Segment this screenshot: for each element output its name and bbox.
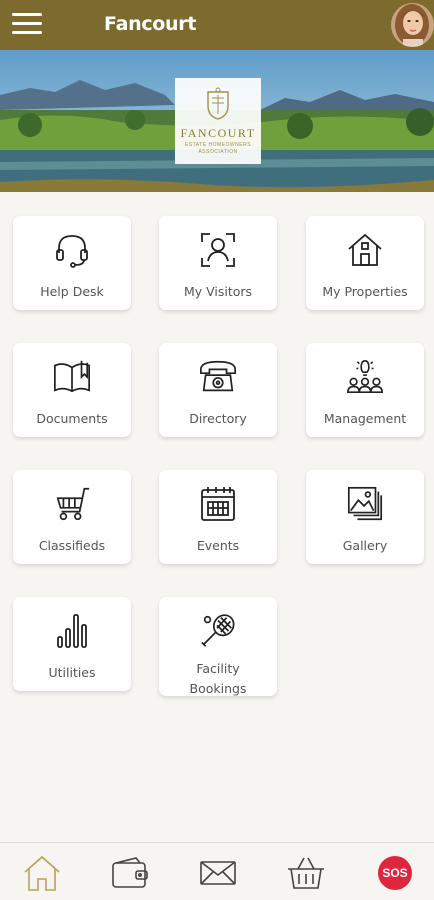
tile-label: Events — [196, 538, 240, 553]
tile-documents[interactable]: Documents — [13, 343, 131, 437]
wallet-icon[interactable] — [110, 855, 150, 891]
tile-label: Management — [323, 411, 407, 426]
tile-help-desk[interactable]: Help Desk — [13, 216, 131, 310]
tile-gallery[interactable]: Gallery — [306, 470, 424, 564]
bar-chart-icon — [52, 611, 92, 651]
user-avatar[interactable] — [391, 3, 434, 47]
tile-label: Gallery — [342, 538, 388, 553]
tile-events[interactable]: Events — [159, 470, 277, 564]
tile-label: My Properties — [322, 284, 408, 299]
sos-button[interactable]: SOS — [375, 855, 415, 891]
app-title: Fancourt — [104, 13, 197, 35]
tile-facility-bookings[interactable]: Facility Bookings — [159, 597, 277, 696]
logo-name: FANCOURT — [180, 126, 256, 140]
gallery-icon — [345, 484, 385, 524]
tile-label: My Visitors — [183, 284, 253, 299]
team-idea-icon — [345, 357, 385, 397]
crest-icon — [207, 87, 229, 120]
mail-icon[interactable] — [198, 855, 238, 891]
tile-label: Classifieds — [38, 538, 106, 553]
telephone-icon — [198, 357, 238, 397]
tile-classifieds[interactable]: Classifieds — [13, 470, 131, 564]
tile-label: Utilities — [48, 665, 96, 680]
tile-my-visitors[interactable]: My Visitors — [159, 216, 277, 310]
app-header: Fancourt — [0, 0, 434, 50]
tile-management[interactable]: Management — [306, 343, 424, 437]
tile-label: Facility Bookings — [189, 661, 247, 696]
shopping-cart-icon — [52, 484, 92, 524]
hamburger-icon[interactable] — [12, 13, 42, 37]
book-icon — [52, 357, 92, 397]
tile-directory[interactable]: Directory — [159, 343, 277, 437]
bottom-nav: SOS — [0, 842, 434, 900]
sos-icon: SOS — [378, 856, 412, 890]
tile-label: Documents — [36, 411, 108, 426]
tile-label: Help Desk — [40, 284, 104, 299]
face-scan-icon — [198, 230, 238, 270]
basket-icon[interactable] — [286, 855, 326, 891]
tennis-racket-icon — [198, 611, 238, 651]
estate-banner: FANCOURT ESTATE HOMEOWNERS ASSOCIATION — [0, 50, 434, 192]
house-icon — [345, 230, 385, 270]
headset-icon — [52, 230, 92, 270]
calendar-icon — [198, 484, 238, 524]
estate-logo: FANCOURT ESTATE HOMEOWNERS ASSOCIATION — [175, 78, 261, 164]
tile-label: Directory — [189, 411, 247, 426]
logo-subtitle: ESTATE HOMEOWNERS ASSOCIATION — [184, 142, 252, 155]
tile-my-properties[interactable]: My Properties — [306, 216, 424, 310]
tile-utilities[interactable]: Utilities — [13, 597, 131, 691]
home-icon[interactable] — [22, 855, 62, 891]
